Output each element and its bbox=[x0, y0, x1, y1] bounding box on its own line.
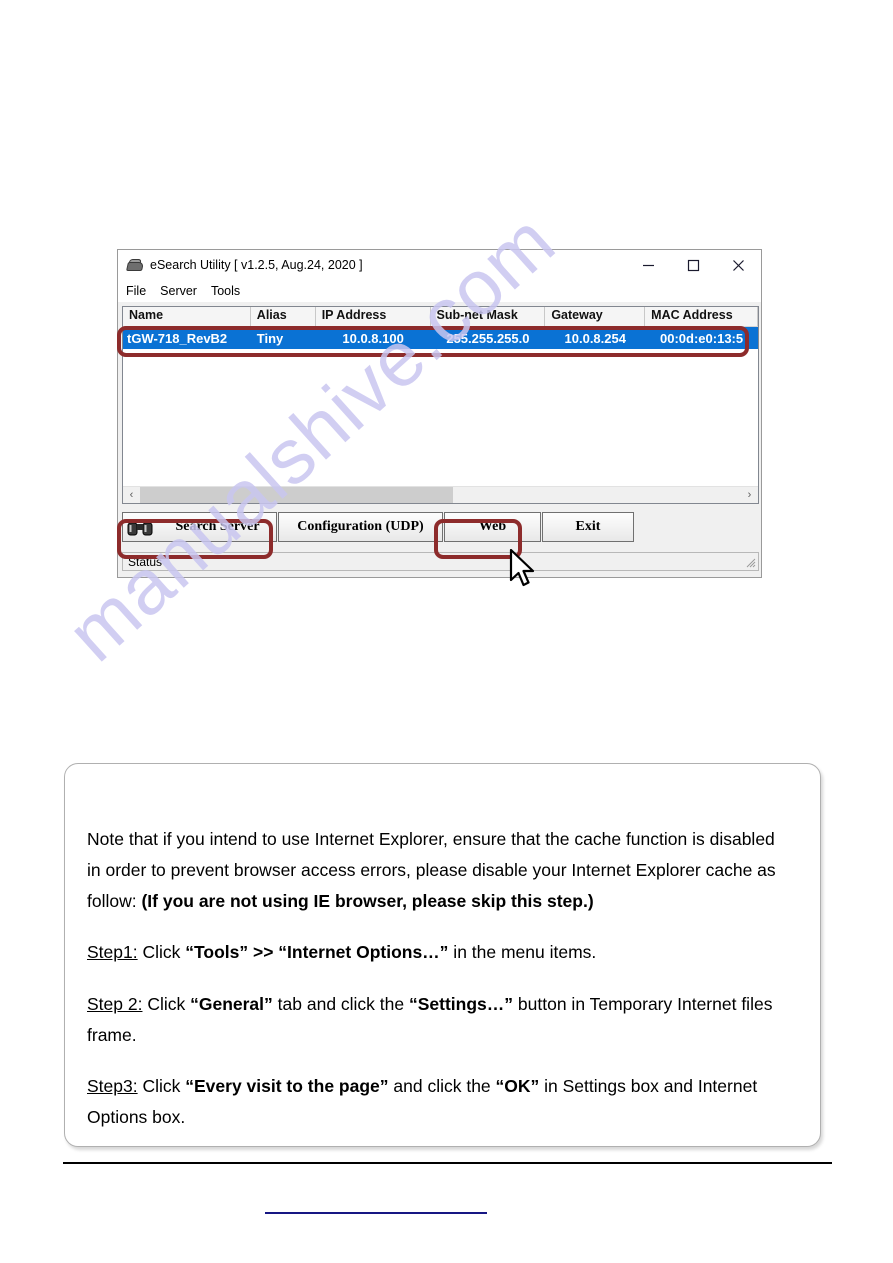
column-header-name[interactable]: Name bbox=[123, 307, 251, 326]
configuration-udp-button[interactable]: Configuration (UDP) bbox=[278, 512, 443, 542]
note-paragraph-step2: Step 2: Click “General” tab and click th… bbox=[87, 993, 773, 1045]
menu-item-tools[interactable]: Tools bbox=[211, 284, 249, 298]
resize-grip-icon[interactable] bbox=[744, 556, 756, 568]
close-icon[interactable] bbox=[716, 250, 761, 280]
window-titlebar: eSearch Utility [ v1.2.5, Aug.24, 2020 ] bbox=[118, 250, 761, 280]
status-bar: Status bbox=[122, 552, 759, 571]
note-paragraph-step3: Step3: Click “Every visit to the page” a… bbox=[87, 1075, 758, 1127]
maximize-icon[interactable] bbox=[671, 250, 716, 280]
scrollbar-track[interactable] bbox=[140, 486, 741, 503]
window-menubar: File Server Tools bbox=[118, 280, 761, 302]
listview-empty-area[interactable] bbox=[123, 349, 758, 503]
chevron-right-icon[interactable]: › bbox=[741, 487, 758, 504]
device-icon bbox=[126, 258, 144, 273]
note-paragraph-intro: Note that if you intend to use Internet … bbox=[87, 829, 776, 912]
device-listview[interactable]: Name Alias IP Address Sub-net Mask Gatew… bbox=[122, 306, 759, 504]
mouse-pointer-icon bbox=[509, 548, 539, 591]
cell-ip-address: 10.0.8.100 bbox=[342, 330, 404, 346]
column-header-alias[interactable]: Alias bbox=[251, 307, 316, 326]
cell-mac-address: 00:0d:e0:13:5 bbox=[660, 330, 744, 346]
table-row[interactable]: tGW-718_RevB2 Tiny 10.0.8.100 255.255.25… bbox=[123, 327, 758, 349]
listview-header: Name Alias IP Address Sub-net Mask Gatew… bbox=[123, 307, 758, 327]
scrollbar-thumb[interactable] bbox=[140, 486, 453, 503]
column-header-gateway[interactable]: Gateway bbox=[545, 307, 646, 326]
cell-subnet-mask: 255.255.255.0 bbox=[446, 330, 530, 346]
column-header-ip-address[interactable]: IP Address bbox=[316, 307, 431, 326]
menu-item-file[interactable]: File bbox=[126, 284, 155, 298]
search-server-button[interactable]: Search Server bbox=[122, 512, 277, 542]
footer-link-underline[interactable] bbox=[265, 1212, 487, 1214]
configuration-udp-label: Configuration (UDP) bbox=[297, 519, 424, 534]
horizontal-scrollbar[interactable]: ‹ › bbox=[123, 486, 758, 503]
minimize-icon[interactable] bbox=[626, 250, 671, 280]
column-header-subnet-mask[interactable]: Sub-net Mask bbox=[431, 307, 546, 326]
cell-alias: Tiny bbox=[256, 330, 284, 346]
action-buttons-row: Search Server Configuration (UDP) Web Ex… bbox=[122, 511, 759, 543]
column-header-mac-address[interactable]: MAC Address bbox=[645, 307, 758, 326]
window-controls bbox=[626, 250, 761, 280]
web-button[interactable]: Web bbox=[444, 512, 541, 542]
cell-name: tGW-718_RevB2 bbox=[127, 330, 228, 346]
status-text: Status bbox=[128, 554, 163, 569]
chevron-left-icon[interactable]: ‹ bbox=[123, 487, 140, 504]
cell-gateway: 10.0.8.254 bbox=[564, 330, 626, 346]
window-title: eSearch Utility [ v1.2.5, Aug.24, 2020 ] bbox=[150, 258, 363, 272]
footer-divider bbox=[63, 1162, 832, 1164]
web-label: Web bbox=[478, 519, 507, 534]
note-paragraph-step1: Step1: Click “Tools” >> “Internet Option… bbox=[87, 942, 597, 963]
search-server-label: Search Server bbox=[175, 519, 260, 534]
exit-button[interactable]: Exit bbox=[542, 512, 634, 542]
esearch-utility-window: eSearch Utility [ v1.2.5, Aug.24, 2020 ]… bbox=[117, 249, 762, 578]
note-callout-box: Note that if you intend to use Internet … bbox=[64, 763, 821, 1147]
menu-item-server[interactable]: Server bbox=[160, 284, 206, 298]
exit-label: Exit bbox=[575, 519, 601, 534]
binoculars-icon bbox=[127, 517, 153, 537]
